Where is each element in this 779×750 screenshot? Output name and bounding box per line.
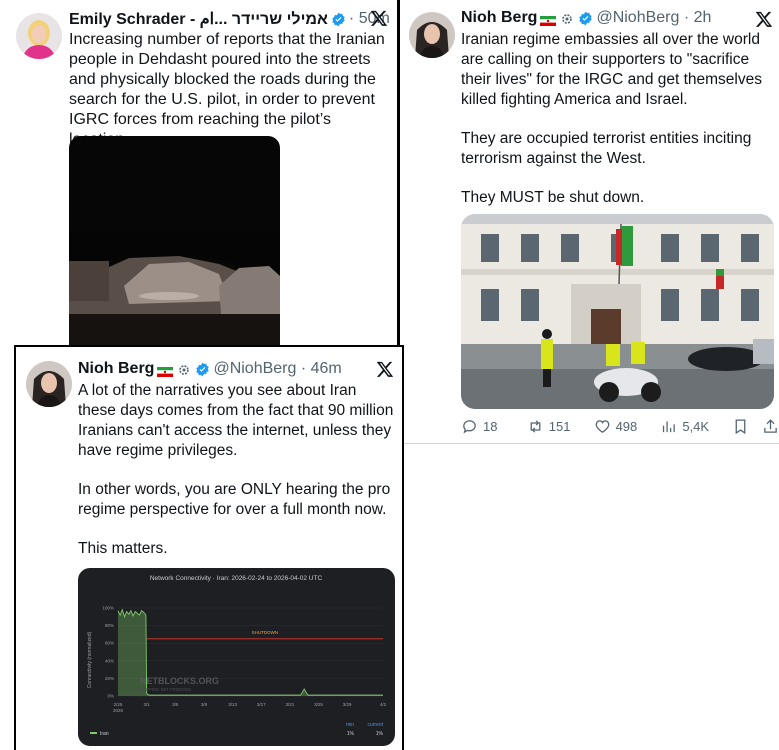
x-tick-label: 3/1 bbox=[144, 702, 151, 707]
avatar[interactable] bbox=[16, 13, 62, 59]
x-tick-label: 3/17 bbox=[257, 702, 266, 707]
author-name[interactable]: Nioh Berg bbox=[78, 360, 154, 378]
x-tick-label: 3/5 bbox=[172, 702, 179, 707]
tweet-card-nioh-internet[interactable]: Nioh Berg @NiohBerg · 46m A lot of the n… bbox=[14, 345, 404, 750]
tweet-text: Increasing number of reports that the Ir… bbox=[69, 31, 385, 148]
author-handle[interactable]: @NiohBerg bbox=[213, 360, 296, 378]
gear-icon bbox=[178, 363, 190, 375]
panel-divider bbox=[14, 345, 16, 750]
bookmark-icon bbox=[735, 419, 746, 435]
y-tick-label: 40% bbox=[105, 658, 114, 663]
avatar[interactable] bbox=[26, 361, 72, 407]
view-count: 5,4K bbox=[682, 419, 710, 434]
stats-header-min: min bbox=[346, 722, 354, 728]
heart-icon bbox=[595, 420, 609, 433]
timestamp[interactable]: 46m bbox=[311, 360, 342, 378]
tweet-photo[interactable] bbox=[461, 214, 774, 409]
verified-badge-icon bbox=[331, 12, 346, 27]
reply-button[interactable]: 18 bbox=[461, 418, 527, 435]
bookmark-button[interactable] bbox=[732, 418, 762, 435]
y-tick-label: 80% bbox=[105, 623, 114, 628]
legend-series-name: Iran bbox=[100, 731, 109, 737]
tweet-paragraph: They MUST be shut down. bbox=[461, 189, 645, 206]
like-count: 498 bbox=[615, 419, 638, 434]
y-axis-ticks: 0% 20% 40% 60% 80% 100% bbox=[102, 606, 114, 699]
tweet-text: A lot of the narratives you see about Ir… bbox=[78, 381, 396, 578]
tweet-paragraph: They are occupied terrorist entities inc… bbox=[461, 130, 752, 167]
x-tick-label: 3/9 bbox=[201, 702, 208, 707]
y-tick-label: 60% bbox=[105, 641, 114, 646]
x-logo-icon bbox=[755, 11, 773, 27]
tweet-paragraph: Iranian regime embassies all over the wo… bbox=[461, 31, 762, 108]
tweet-card-nioh-embassies[interactable]: Nioh Berg @NiohBerg · 2h Iranian regime … bbox=[400, 0, 779, 444]
shutdown-label: SHUTDOWN bbox=[252, 630, 279, 635]
netblocks-watermark-sub: MAPPING NET FREEDOM bbox=[140, 687, 191, 692]
tweet-header: Nioh Berg @NiohBerg · 46m bbox=[78, 360, 342, 378]
tweet-text: Iranian regime embassies all over the wo… bbox=[461, 30, 771, 227]
views-button[interactable]: 5,4K bbox=[660, 418, 732, 435]
x-tick-label: 3/13 bbox=[228, 702, 237, 707]
netblocks-watermark: NETBLOCKS.ORG bbox=[140, 676, 219, 686]
gear-icon bbox=[561, 12, 573, 24]
tweet-card-emily[interactable]: Emily Schrader - אמילי שריידר ...ام · 50… bbox=[0, 0, 396, 346]
stats-header-current: current bbox=[367, 722, 383, 728]
verified-badge-icon bbox=[578, 11, 593, 26]
author-name[interactable]: Emily Schrader - אמילי שריידר ...ام bbox=[69, 9, 328, 29]
legend-swatch bbox=[90, 732, 97, 734]
repost-button[interactable]: 151 bbox=[527, 418, 594, 435]
y-tick-label: 100% bbox=[102, 606, 114, 611]
tweet-paragraph: This matters. bbox=[78, 540, 168, 557]
x-logo-icon bbox=[370, 10, 388, 26]
x-tick-label: 4/2 bbox=[380, 702, 387, 707]
tweet-actions: 18 151 498 5,4K bbox=[461, 418, 779, 435]
chart-title: Network Connectivity · Iran: 2026-02-24 … bbox=[150, 575, 323, 582]
reply-count: 18 bbox=[483, 419, 498, 434]
x-tick-label: 3/25 bbox=[314, 702, 323, 707]
tweet-header: Nioh Berg @NiohBerg · 2h bbox=[461, 9, 712, 27]
x-axis-ticks: 2/252026 3/1 3/5 3/9 3/13 3/17 3/21 3/25 3/29 4/2 bbox=[113, 702, 387, 713]
x-tick-label: 3/21 bbox=[286, 702, 295, 707]
tweet-paragraph: A lot of the narratives you see about Ir… bbox=[78, 382, 394, 459]
x-tick-label: 3/29 bbox=[343, 702, 352, 707]
tweet-video[interactable] bbox=[69, 136, 280, 346]
verified-badge-icon bbox=[195, 362, 210, 377]
author-handle[interactable]: @NiohBerg bbox=[596, 9, 679, 27]
share-button[interactable] bbox=[762, 418, 779, 435]
stats-min-value: 1% bbox=[347, 731, 355, 737]
x-tick-label: 2/25 bbox=[114, 702, 123, 707]
views-icon bbox=[663, 421, 676, 433]
y-axis-label: Connectivity (normalized) bbox=[87, 631, 93, 688]
repost-icon bbox=[530, 420, 541, 433]
avatar[interactable] bbox=[409, 12, 455, 58]
tweet-header: Emily Schrader - אמילי שריידר ...ام · 50… bbox=[69, 9, 390, 29]
tweet-paragraph: In other words, you are ONLY hearing the… bbox=[78, 481, 391, 518]
x-logo-icon bbox=[376, 361, 394, 377]
like-button[interactable]: 498 bbox=[594, 418, 661, 435]
connectivity-chart[interactable]: Network Connectivity · Iran: 2026-02-24 … bbox=[78, 568, 395, 746]
y-tick-label: 20% bbox=[105, 676, 114, 681]
author-name[interactable]: Nioh Berg bbox=[461, 9, 537, 27]
x-tick-label: 2026 bbox=[113, 708, 124, 713]
share-icon bbox=[764, 419, 777, 433]
y-tick-label: 0% bbox=[107, 694, 114, 699]
reply-icon bbox=[463, 420, 476, 434]
timestamp[interactable]: 2h bbox=[694, 9, 712, 27]
repost-count: 151 bbox=[548, 419, 571, 434]
iran-flag-icon bbox=[540, 13, 557, 26]
stats-current-value: 1% bbox=[376, 731, 384, 737]
iran-flag-icon bbox=[157, 364, 174, 377]
